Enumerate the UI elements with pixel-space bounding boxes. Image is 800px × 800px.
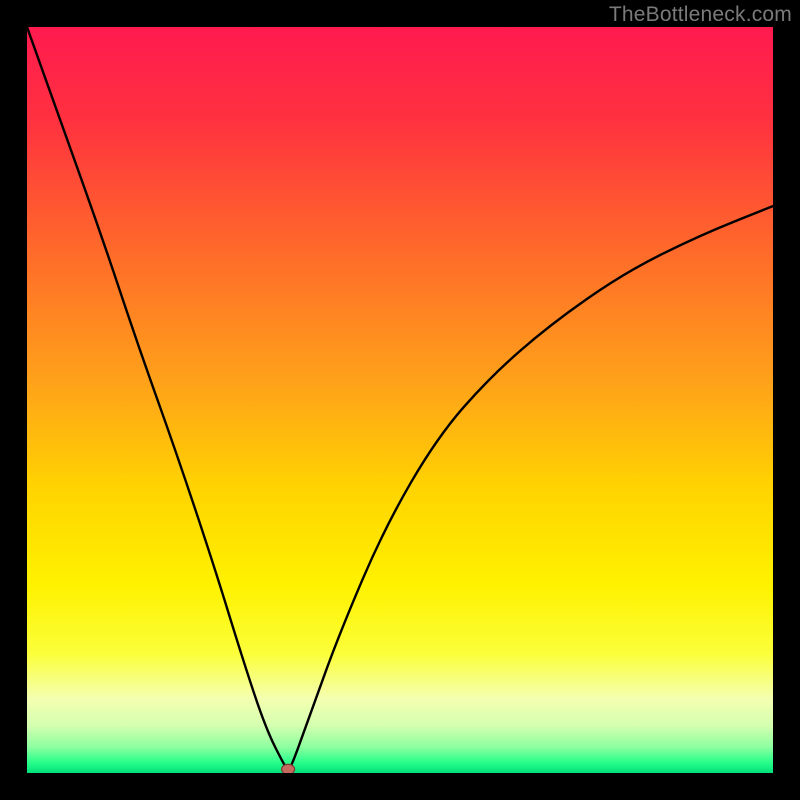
gradient-background [27, 27, 773, 773]
minimum-marker [282, 764, 295, 773]
watermark-label: TheBottleneck.com [609, 3, 792, 27]
plot-area [27, 27, 773, 773]
bottleneck-curve-chart [27, 27, 773, 773]
chart-frame: TheBottleneck.com [0, 0, 800, 800]
